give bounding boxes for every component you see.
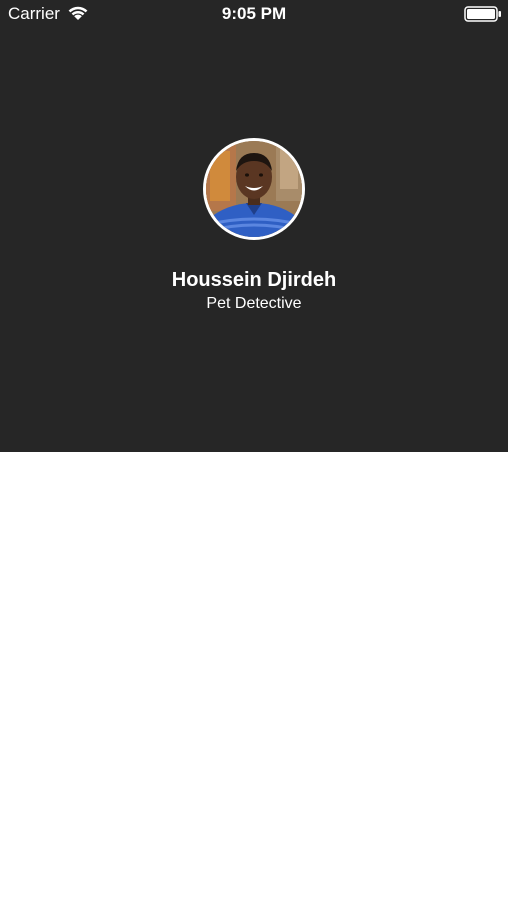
profile-screen: Carrier 9:05 PM Houssein Djirdeh Pet Det… (0, 0, 508, 904)
profile-avatar[interactable] (203, 138, 305, 240)
battery-icon (464, 6, 502, 22)
status-time: 9:05 PM (221, 4, 287, 23)
profile-header: Carrier 9:05 PM Houssein Djirdeh Pet Det… (0, 0, 508, 452)
profile-name: Houssein Djirdeh (171, 269, 337, 291)
profile-title: Pet Detective (206, 295, 302, 312)
avatar-photo (206, 141, 302, 237)
status-bar: Carrier 9:05 PM (0, 0, 508, 28)
content-area (0, 452, 508, 904)
